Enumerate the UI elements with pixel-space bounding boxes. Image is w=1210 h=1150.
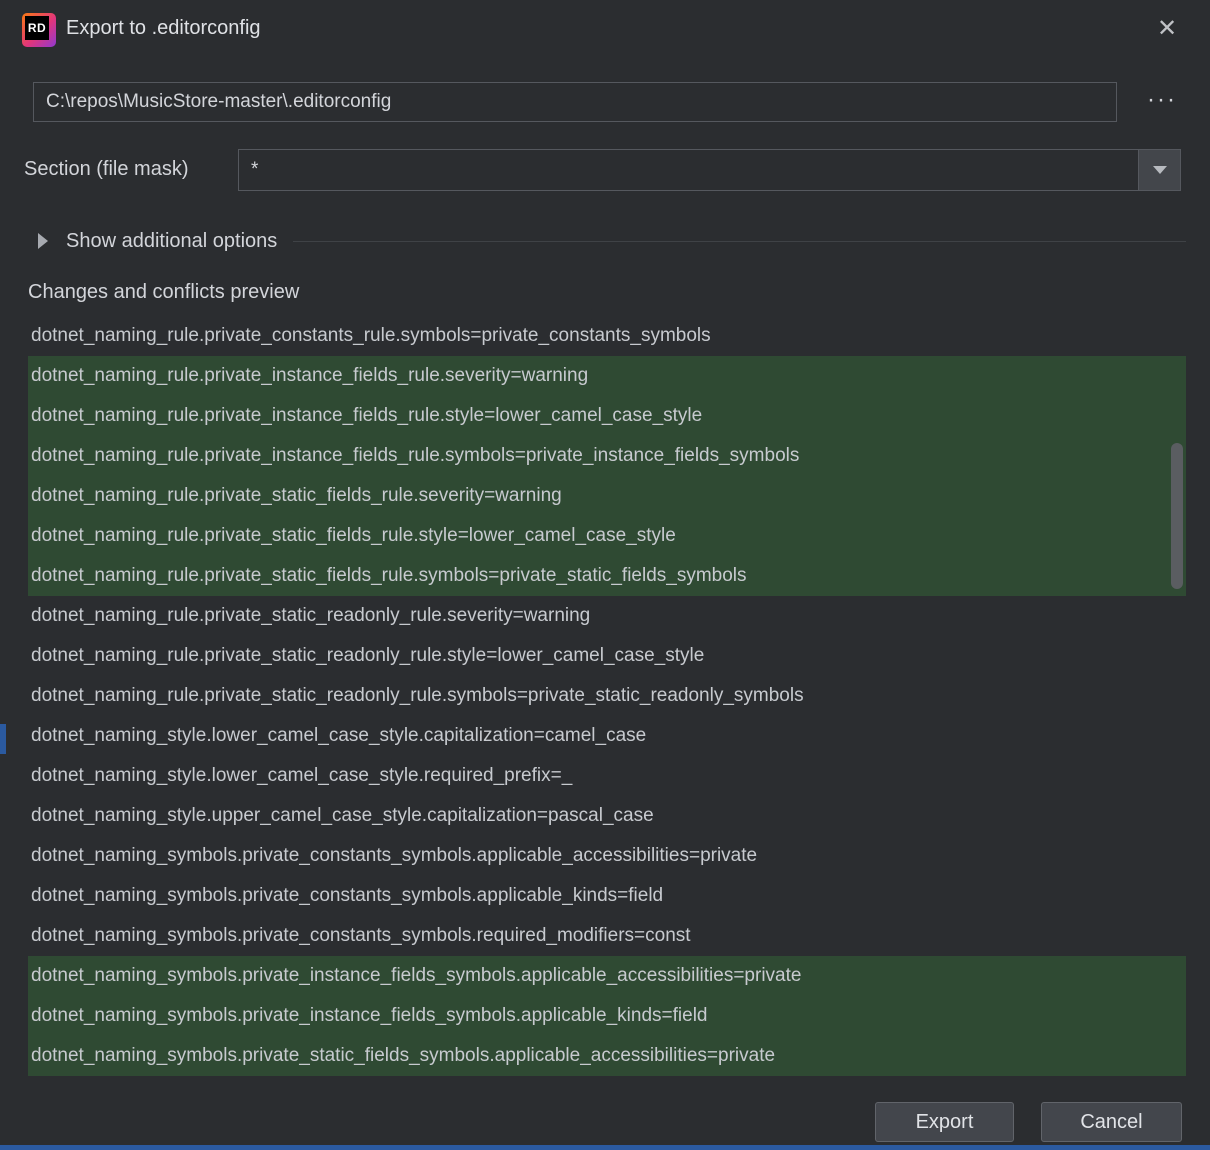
expand-arrow-icon xyxy=(38,233,48,249)
rider-app-icon: RD xyxy=(22,13,56,47)
export-editorconfig-dialog: RD Export to .editorconfig ✕ C:\repos\Mu… xyxy=(0,0,1210,1150)
file-mask-combobox[interactable]: * xyxy=(238,149,1181,191)
show-additional-options-toggle[interactable]: Show additional options xyxy=(38,228,1186,254)
preview-row[interactable]: dotnet_naming_rule.private_static_readon… xyxy=(28,596,1186,636)
rider-app-icon-text: RD xyxy=(25,16,49,40)
preview-row[interactable]: dotnet_naming_rule.private_static_fields… xyxy=(28,516,1186,556)
editorconfig-path-input[interactable]: C:\repos\MusicStore-master\.editorconfig xyxy=(33,82,1117,122)
separator-line xyxy=(293,241,1186,242)
preview-row[interactable]: dotnet_naming_symbols.private_instance_f… xyxy=(28,996,1186,1036)
preview-row[interactable]: dotnet_naming_rule.private_static_fields… xyxy=(28,556,1186,596)
preview-row[interactable]: dotnet_naming_rule.private_static_readon… xyxy=(28,636,1186,676)
close-icon[interactable]: ✕ xyxy=(1150,12,1184,46)
background-accent-bottom xyxy=(0,1145,1210,1150)
preview-row[interactable]: dotnet_naming_symbols.private_instance_f… xyxy=(28,956,1186,996)
preview-row[interactable]: dotnet_naming_rule.private_instance_fiel… xyxy=(28,436,1186,476)
preview-row[interactable]: dotnet_naming_style.lower_camel_case_sty… xyxy=(28,756,1186,796)
preview-row[interactable]: dotnet_naming_style.upper_camel_case_sty… xyxy=(28,796,1186,836)
browse-ellipsis-button[interactable]: ··· xyxy=(1133,84,1191,120)
preview-row[interactable]: dotnet_naming_style.lower_camel_case_sty… xyxy=(28,716,1186,756)
preview-row[interactable]: dotnet_naming_symbols.private_static_fie… xyxy=(28,1036,1186,1076)
export-button[interactable]: Export xyxy=(875,1102,1014,1142)
scrollbar-thumb[interactable] xyxy=(1171,443,1183,589)
combobox-dropdown-button[interactable] xyxy=(1138,150,1180,190)
preview-heading: Changes and conflicts preview xyxy=(28,281,299,304)
preview-row[interactable]: dotnet_naming_rule.private_constants_rul… xyxy=(28,316,1186,356)
preview-row[interactable]: dotnet_naming_rule.private_static_fields… xyxy=(28,476,1186,516)
preview-row[interactable]: dotnet_naming_symbols.private_constants_… xyxy=(28,916,1186,956)
file-mask-value: * xyxy=(251,150,258,190)
preview-row[interactable]: dotnet_naming_rule.private_instance_fiel… xyxy=(28,356,1186,396)
preview-row[interactable]: dotnet_naming_symbols.private_constants_… xyxy=(28,836,1186,876)
preview-row[interactable]: dotnet_naming_rule.private_instance_fiel… xyxy=(28,396,1186,436)
options-toggle-label: Show additional options xyxy=(66,230,277,253)
preview-row[interactable]: dotnet_naming_rule.private_static_readon… xyxy=(28,676,1186,716)
preview-list: dotnet_naming_rule.private_constants_rul… xyxy=(28,316,1186,1076)
dialog-title: Export to .editorconfig xyxy=(66,17,261,40)
chevron-down-icon xyxy=(1153,166,1167,174)
background-accent-left xyxy=(0,724,6,754)
section-file-mask-label: Section (file mask) xyxy=(24,158,189,181)
cancel-button[interactable]: Cancel xyxy=(1041,1102,1182,1142)
preview-row[interactable]: dotnet_naming_symbols.private_constants_… xyxy=(28,876,1186,916)
